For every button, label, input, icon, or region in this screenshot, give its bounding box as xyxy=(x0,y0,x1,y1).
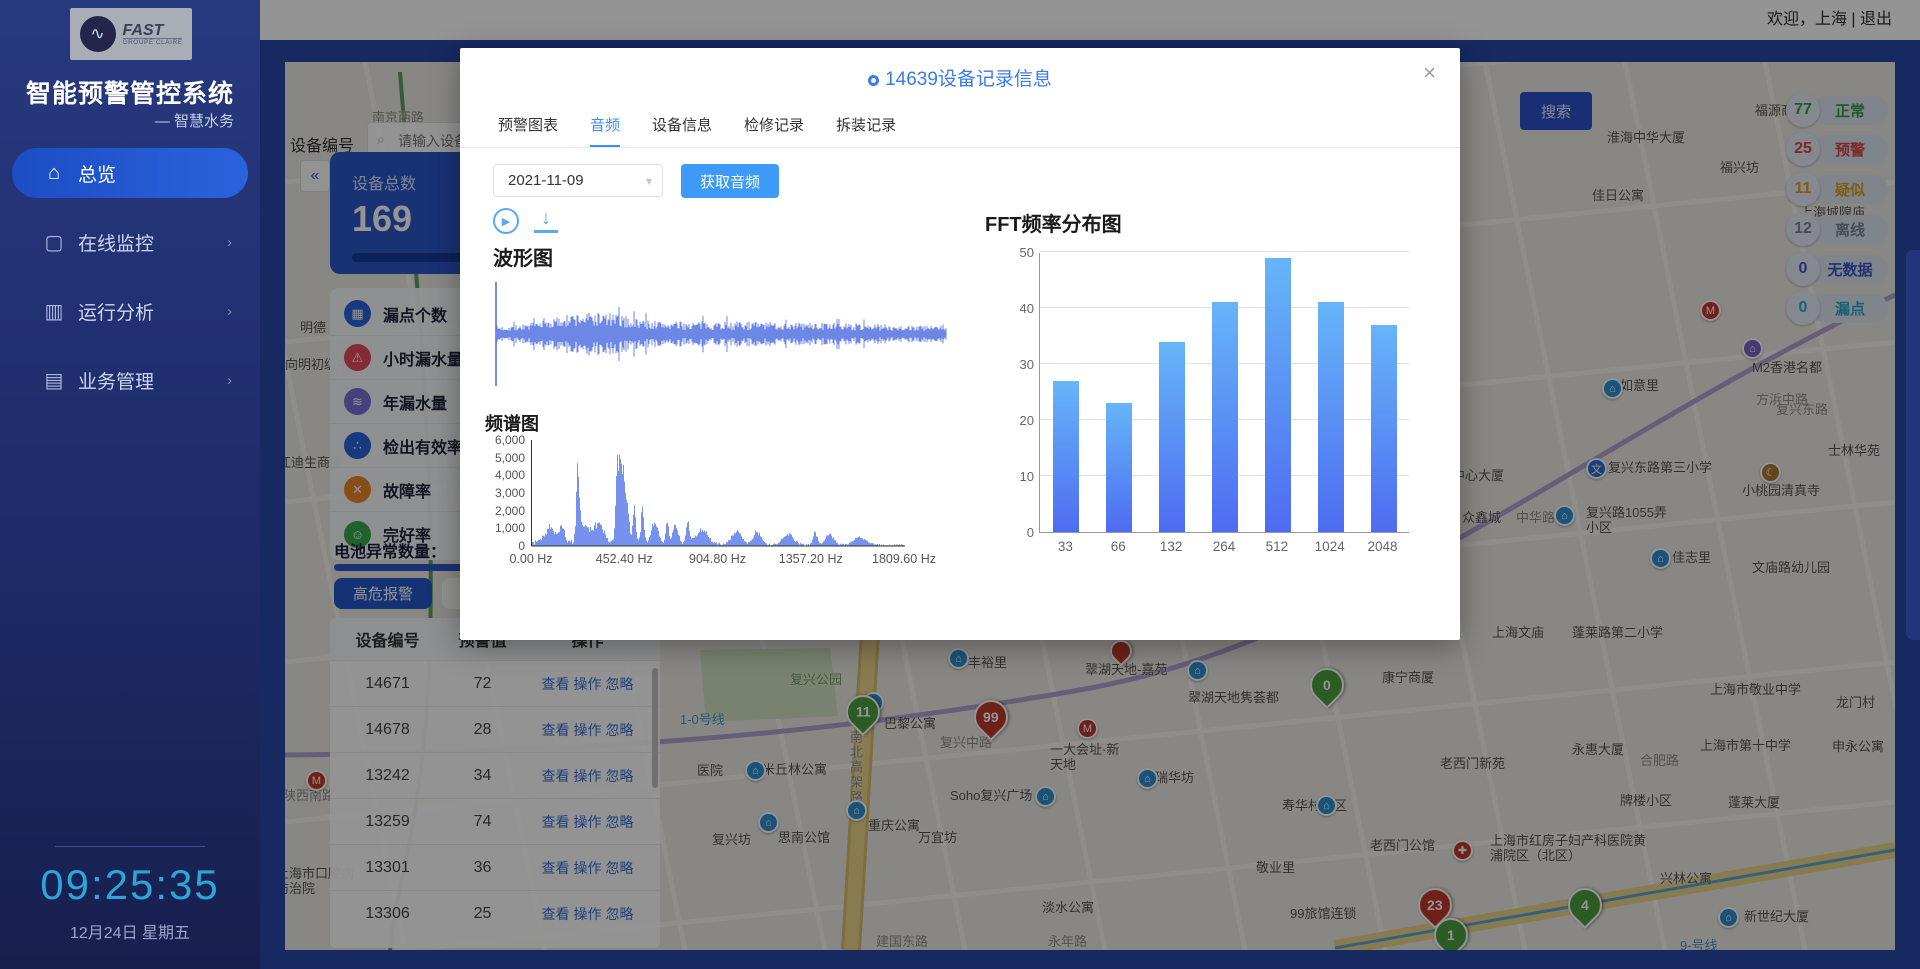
spectrum-xtick: 452.40 Hz xyxy=(579,552,669,566)
tab-设备信息[interactable]: 设备信息 xyxy=(652,114,712,147)
date-select-value: 2021-11-09 xyxy=(508,172,584,189)
chevron-icon: › xyxy=(227,372,232,389)
record-ring-icon xyxy=(868,75,879,86)
sidebar-menu: ⌂ 总览 ▢ 在线监控 › ▥ 运行分析 › ▤ 业务管理 › xyxy=(0,148,260,424)
spectrum-chart: 6,000 5,000 4,000 3,000 2,000 1,000 0 0.00 Hz4… xyxy=(485,436,955,576)
get-audio-button[interactable]: 获取音频 xyxy=(681,164,779,198)
spectrum-xtick: 0.00 Hz xyxy=(486,552,576,566)
fft-bar[interactable] xyxy=(1053,381,1079,532)
sidebar-item-bar-chart[interactable]: ▥ 运行分析 › xyxy=(12,286,248,336)
fft-bar[interactable] xyxy=(1159,342,1185,532)
chevron-down-icon: ▾ xyxy=(646,174,652,188)
close-icon[interactable]: × xyxy=(1423,60,1436,86)
waveform-title: 波形图 xyxy=(493,242,553,271)
logo-secondary-text: GROUPE CLAIRE xyxy=(123,38,183,46)
fft-ytick: 50 xyxy=(1006,245,1034,260)
fft-xtick: 1024 xyxy=(1303,539,1356,554)
fft-gridline xyxy=(1040,251,1409,252)
sidebar-item-label: 业务管理 xyxy=(78,367,154,394)
sidebar-item-label: 运行分析 xyxy=(78,298,154,325)
spectrum-xtick: 904.80 Hz xyxy=(673,552,763,566)
play-icon[interactable]: ▶ xyxy=(493,208,519,234)
waveform-logo-icon: ∿ xyxy=(80,16,116,52)
fft-bar[interactable] xyxy=(1318,302,1344,532)
clock-time: 09:25:35 xyxy=(0,861,260,909)
fft-bar[interactable] xyxy=(1371,325,1397,532)
fft-title: FFT频率分布图 xyxy=(985,208,1122,237)
clock-box: 09:25:35 12月24日 星期五 xyxy=(0,846,260,943)
fft-ytick: 0 xyxy=(1006,525,1034,540)
chevron-icon: › xyxy=(227,234,232,251)
spectrum-ytick: 1,000 xyxy=(485,521,525,535)
modal-title: 14639设备记录信息 xyxy=(460,64,1460,91)
spectrum-ytick: 4,000 xyxy=(485,468,525,482)
clock-divider xyxy=(55,846,205,847)
tab-音频[interactable]: 音频 xyxy=(590,114,620,147)
screen: ∿ FAST GROUPE CLAIRE 智能预警管控系统 — 智慧水务 ⌂ 总览… xyxy=(0,0,1920,969)
clipboard-icon: ▤ xyxy=(42,368,66,393)
fft-xtick: 512 xyxy=(1250,539,1303,554)
company-logo: ∿ FAST GROUPE CLAIRE xyxy=(70,8,192,60)
spectrum-xtick: 1809.60 Hz xyxy=(859,552,949,566)
tab-预警图表[interactable]: 预警图表 xyxy=(498,114,558,147)
sidebar: ∿ FAST GROUPE CLAIRE 智能预警管控系统 — 智慧水务 ⌂ 总览… xyxy=(0,0,260,969)
sidebar-item-label: 在线监控 xyxy=(78,229,154,256)
spectrum-ytick: 2,000 xyxy=(485,504,525,518)
app-title: 智能预警管控系统 xyxy=(0,74,260,110)
fft-ytick: 10 xyxy=(1006,469,1034,484)
sidebar-item-home[interactable]: ⌂ 总览 xyxy=(12,148,248,198)
tab-检修记录[interactable]: 检修记录 xyxy=(744,114,804,147)
spectrum-plot xyxy=(531,440,905,547)
sidebar-item-clipboard[interactable]: ▤ 业务管理 › xyxy=(12,355,248,405)
spectrum-ytick: 3,000 xyxy=(485,486,525,500)
fft-chart: 01020304050 336613226451210242048 xyxy=(1005,253,1409,573)
fft-bar[interactable] xyxy=(1106,403,1132,532)
bar-chart-icon: ▥ xyxy=(42,299,66,324)
fft-xtick: 66 xyxy=(1092,539,1145,554)
fft-xtick: 2048 xyxy=(1356,539,1409,554)
spectrum-ytick: 6,000 xyxy=(485,433,525,447)
waveform-chart xyxy=(478,274,948,392)
fft-ytick: 30 xyxy=(1006,357,1034,372)
fft-bar[interactable] xyxy=(1265,258,1291,532)
spectrum-ytick: 5,000 xyxy=(485,451,525,465)
device-record-modal: 14639设备记录信息 × 预警图表音频设备信息检修记录拆装记录 2021-11… xyxy=(460,48,1460,640)
spectrum-xtick: 1357.20 Hz xyxy=(766,552,856,566)
monitor-icon: ▢ xyxy=(42,230,66,255)
clock-date: 12月24日 星期五 xyxy=(0,919,260,943)
tab-拆装记录[interactable]: 拆装记录 xyxy=(836,114,896,147)
app-subtitle: — 智慧水务 xyxy=(155,110,234,131)
fft-xtick: 33 xyxy=(1039,539,1092,554)
spectrum-ytick: 0 xyxy=(485,539,525,553)
fft-ytick: 40 xyxy=(1006,301,1034,316)
fft-ytick: 20 xyxy=(1006,413,1034,428)
home-icon: ⌂ xyxy=(42,162,66,185)
fft-bar[interactable] xyxy=(1212,302,1238,532)
modal-tabs: 预警图表音频设备信息检修记录拆装记录 xyxy=(460,114,1460,148)
sidebar-item-monitor[interactable]: ▢ 在线监控 › xyxy=(12,217,248,267)
fft-xtick: 264 xyxy=(1198,539,1251,554)
sidebar-item-label: 总览 xyxy=(78,160,116,187)
fft-xtick: 132 xyxy=(1145,539,1198,554)
logo-primary-text: FAST xyxy=(123,23,183,38)
date-select[interactable]: 2021-11-09 ▾ xyxy=(493,164,663,197)
chevron-icon: › xyxy=(227,303,232,320)
download-icon[interactable]: ↓ xyxy=(534,206,558,233)
